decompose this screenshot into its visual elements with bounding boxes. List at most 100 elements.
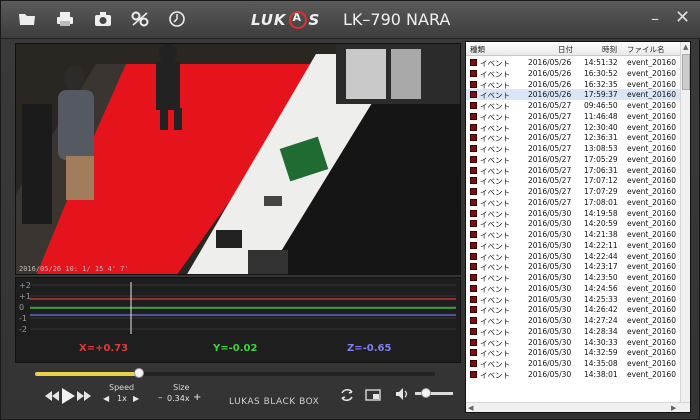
close-button[interactable]: ✕ — [675, 7, 690, 28]
cell-type: イベント — [480, 370, 510, 380]
cell-time: 17:06:31 — [584, 165, 618, 175]
fast-forward-button[interactable] — [77, 391, 91, 404]
cell-time: 16:32:35 — [584, 79, 618, 89]
event-list-header: 種類 日付 時刻 ファイル名 — [466, 42, 680, 56]
cell-file: event_20160 — [627, 359, 676, 368]
vertical-scrollbar[interactable]: ▲ — [680, 42, 690, 402]
seek-thumb[interactable] — [134, 368, 144, 378]
cell-date: 2016/05/30 — [528, 219, 572, 229]
folder-icon[interactable] — [17, 10, 37, 30]
table-row[interactable]: イベント 2016/05/30 14:25:33 event_20160 — [466, 294, 680, 305]
logo-text-left: LUK — [251, 11, 287, 29]
header-time[interactable]: 時刻 — [602, 44, 617, 55]
table-row[interactable]: イベント 2016/05/27 17:05:29 event_20160 — [466, 154, 680, 165]
volume-icon[interactable] — [395, 387, 411, 404]
cell-file: event_20160 — [627, 68, 676, 78]
cell-date: 2016/05/27 — [528, 176, 572, 186]
horizontal-scrollbar[interactable]: ◀ ▶ — [466, 402, 690, 412]
cell-date: 2016/05/30 — [528, 230, 572, 239]
event-type-icon — [470, 274, 477, 281]
table-row[interactable]: イベント 2016/05/27 17:07:12 event_20160 — [466, 175, 680, 186]
table-row[interactable]: イベント 2016/05/27 12:30:40 event_20160 — [466, 122, 680, 133]
settings-icon[interactable] — [130, 10, 150, 30]
app-window: LUK S LK–790 NARA – ✕ — [0, 0, 700, 420]
seek-bar[interactable] — [35, 368, 435, 378]
speed-up-button[interactable]: ▶ — [133, 394, 139, 403]
speed-down-button[interactable]: ◀ — [103, 394, 109, 403]
event-rows: イベント 2016/05/26 14:51:32 event_20160 イベント 201… — [466, 57, 680, 380]
rewind-button[interactable] — [45, 391, 59, 404]
table-row[interactable]: イベント 2016/05/30 14:23:17 event_20160 — [466, 261, 680, 272]
scroll-right-icon[interactable]: ▶ — [671, 404, 676, 412]
table-row[interactable]: イベント 2016/05/30 14:24:56 event_20160 — [466, 283, 680, 294]
cell-date: 2016/05/30 — [528, 326, 572, 336]
cell-date: 2016/05/27 — [528, 122, 572, 132]
play-button[interactable] — [61, 388, 75, 407]
size-up-button[interactable]: + — [193, 392, 201, 403]
header-type[interactable]: 種類 — [470, 44, 485, 55]
table-row[interactable]: イベント 2016/05/30 14:22:44 event_20160 — [466, 251, 680, 262]
cell-file: event_20160 — [627, 283, 676, 293]
clock-icon[interactable] — [167, 10, 187, 30]
table-row[interactable]: イベント 2016/05/30 14:23:50 event_20160 — [466, 272, 680, 283]
table-row[interactable]: イベント 2016/05/27 17:07:29 event_20160 — [466, 186, 680, 197]
event-type-icon — [470, 263, 477, 271]
cell-file: event_20160 — [627, 348, 676, 358]
table-row[interactable]: イベント 2016/05/27 12:36:31 event_20160 — [466, 132, 680, 143]
table-row[interactable]: イベント 2016/05/30 14:22:11 event_20160 — [466, 240, 680, 251]
cell-file: event_20160 — [627, 133, 676, 143]
cell-date: 2016/05/30 — [528, 316, 572, 325]
minimize-button[interactable]: – — [651, 9, 659, 28]
table-row[interactable]: イベント 2016/05/30 14:35:08 event_20160 — [466, 358, 680, 369]
cell-date: 2016/05/30 — [528, 208, 572, 218]
table-row[interactable]: イベント 2016/05/30 14:19:58 event_20160 — [466, 208, 680, 219]
table-row[interactable]: イベント 2016/05/26 16:30:52 event_20160 — [466, 68, 680, 79]
cell-date: 2016/05/26 — [528, 68, 572, 78]
cell-date: 2016/05/30 — [528, 305, 572, 315]
table-row[interactable]: イベント 2016/05/30 14:32:59 event_20160 — [466, 347, 680, 358]
cell-time: 17:07:29 — [584, 187, 618, 196]
table-row[interactable]: イベント 2016/05/27 09:46:50 event_20160 — [466, 100, 680, 111]
screen-mode-icon[interactable] — [365, 387, 381, 406]
z-readout: Z=-0.65 — [347, 343, 392, 354]
event-type-icon — [470, 80, 477, 88]
cell-file: event_20160 — [627, 111, 676, 121]
table-row[interactable]: イベント 2016/05/26 14:51:32 event_20160 — [466, 57, 680, 68]
table-row[interactable]: イベント 2016/05/30 14:28:34 event_20160 — [466, 326, 680, 337]
logo-text-right: S — [308, 11, 321, 29]
table-row[interactable]: イベント 2016/05/30 14:27:24 event_20160 — [466, 315, 680, 326]
table-row[interactable]: イベント 2016/05/26 16:32:35 event_20160 — [466, 79, 680, 90]
cell-file: event_20160 — [627, 240, 676, 250]
logo-ring-icon — [288, 11, 307, 29]
video-view[interactable] — [15, 43, 461, 275]
size-down-button[interactable]: – — [158, 393, 163, 403]
table-row[interactable]: イベント 2016/05/27 13:08:53 event_20160 — [466, 143, 680, 154]
table-row[interactable]: イベント 2016/05/30 14:26:42 event_20160 — [466, 304, 680, 315]
scroll-left-icon[interactable]: ◀ — [468, 404, 473, 412]
table-row[interactable]: イベント 2016/05/30 14:30:33 event_20160 — [466, 337, 680, 348]
table-row[interactable]: イベント 2016/05/30 14:21:38 event_20160 — [466, 229, 680, 240]
table-row[interactable]: イベント 2016/05/27 17:06:31 event_20160 — [466, 165, 680, 176]
header-file[interactable]: ファイル名 — [627, 44, 665, 55]
volume-thumb[interactable] — [421, 388, 432, 398]
printer-icon[interactable] — [55, 10, 75, 30]
cell-date: 2016/05/26 — [528, 79, 572, 89]
cell-file: event_20160 — [627, 197, 676, 207]
table-row[interactable]: イベント 2016/05/30 14:38:01 event_20160 — [466, 369, 680, 380]
scroll-up-icon[interactable]: ▲ — [683, 43, 688, 51]
cell-time: 14:25:33 — [584, 294, 618, 304]
cell-time: 13:08:53 — [584, 144, 618, 153]
event-type-icon — [470, 231, 477, 238]
event-type-icon — [470, 188, 477, 195]
table-row[interactable]: イベント 2016/05/26 17:59:37 event_20160 — [466, 89, 680, 100]
header-date[interactable]: 日付 — [558, 44, 573, 55]
camera-icon[interactable] — [93, 10, 113, 30]
vertical-scroll-thumb[interactable] — [682, 54, 690, 90]
cell-date: 2016/05/30 — [528, 337, 572, 347]
table-row[interactable]: イベント 2016/05/27 17:08:01 event_20160 — [466, 197, 680, 208]
flip-icon[interactable] — [339, 387, 355, 406]
event-type-icon — [470, 349, 477, 357]
table-row[interactable]: イベント 2016/05/27 11:46:48 event_20160 — [466, 111, 680, 122]
event-type-icon — [470, 209, 477, 217]
table-row[interactable]: イベント 2016/05/30 14:20:59 event_20160 — [466, 218, 680, 229]
